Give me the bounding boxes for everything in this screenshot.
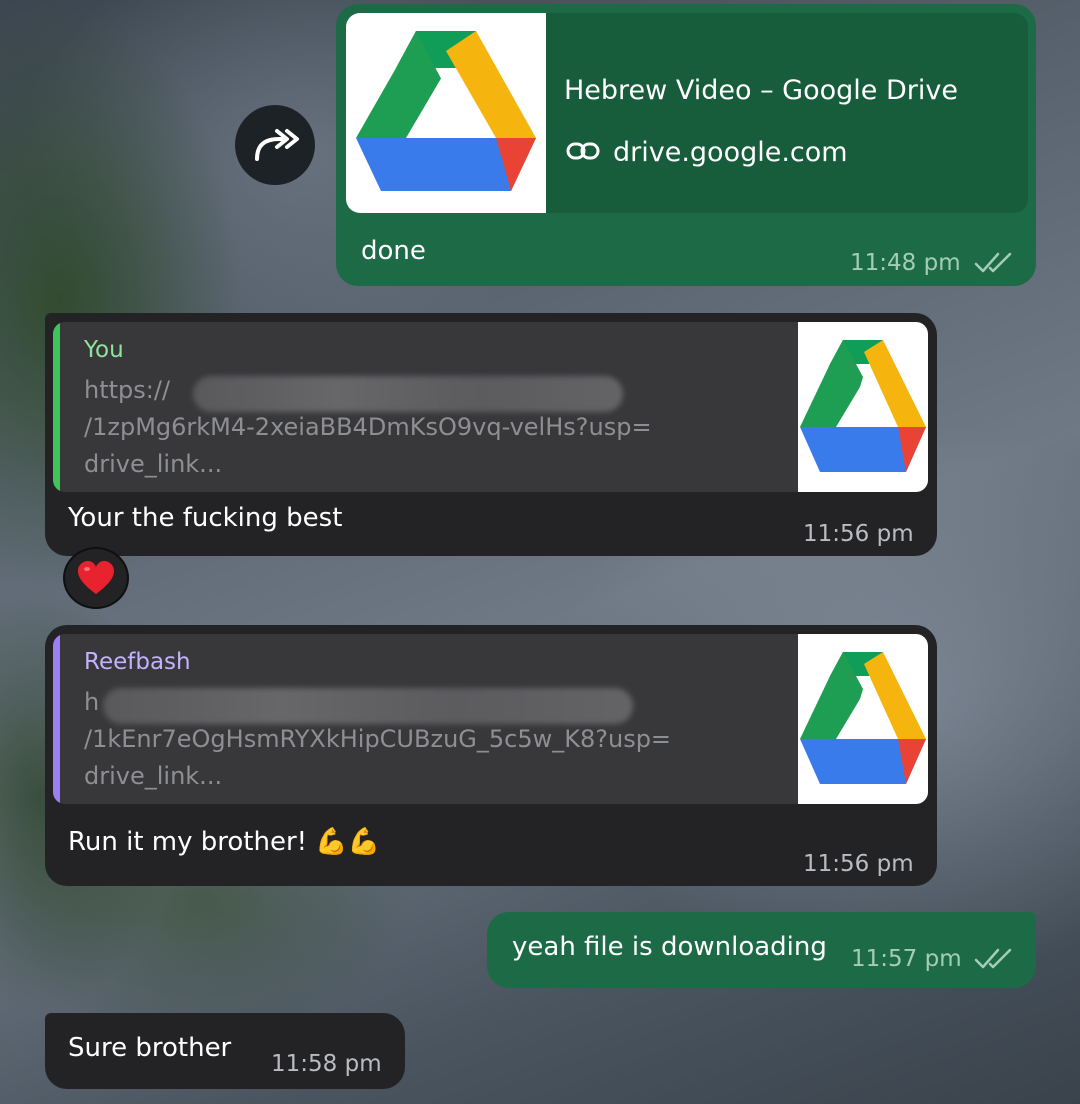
link-preview-card[interactable]: Hebrew Video – Google Drive drive.google… [346,13,1028,213]
forward-button[interactable] [235,105,315,185]
double-check-icon [974,948,1012,969]
reply-text-line-2: /1kEnr7eOgHsmRYXkHipCUBzuG_5c5w_K8?usp= [84,725,672,753]
reply-author: Reefbash [84,649,191,675]
message-time: 11:56 pm [803,521,914,547]
reply-author: You [84,337,124,363]
message-time: 11:57 pm [851,946,962,972]
reply-accent-bar [53,322,60,492]
forward-icon [255,129,299,161]
message-time: 11:48 pm [850,250,961,276]
message-time: 11:56 pm [803,851,914,877]
reply-thumbnail [798,322,928,492]
redacted-blur [103,688,633,724]
link-preview-domain[interactable]: drive.google.com [613,137,848,168]
message-bubble-incoming[interactable]: Sure brother 11:58 pm [45,1013,405,1089]
redacted-blur [193,376,623,412]
double-check-icon [974,252,1012,273]
heart-icon [78,561,114,594]
message-bubble-incoming[interactable]: Reefbash h /1kEnr7eOgHsmRYXkHipCUBzuG_5c… [45,625,937,886]
message-bubble-outgoing[interactable]: Hebrew Video – Google Drive drive.google… [336,4,1036,286]
link-icon [566,142,600,160]
message-text: Sure brother [68,1033,232,1063]
heart-reaction[interactable] [63,547,129,609]
reply-text-line-2: /1zpMg6rkM4-2xeiaBB4DmKsO9vq-velHs?usp= [84,413,652,441]
google-drive-icon [800,340,926,472]
message-text: Run it my brother! 💪💪 [68,827,381,857]
message-text: done [361,236,426,266]
reply-preview[interactable]: Reefbash h /1kEnr7eOgHsmRYXkHipCUBzuG_5c… [53,634,928,804]
message-text: Your the fucking best [68,503,343,533]
link-preview-thumbnail [346,13,546,213]
reply-text-line-3: drive_link... [84,450,223,478]
link-preview-title: Hebrew Video – Google Drive [564,75,958,106]
reply-text-line-1: https:// [84,376,171,404]
google-drive-icon [356,31,536,191]
google-drive-icon [800,652,926,784]
message-text: yeah file is downloading [512,932,827,962]
message-bubble-outgoing[interactable]: yeah file is downloading 11:57 pm [487,912,1036,988]
reply-accent-bar [53,634,60,804]
message-bubble-incoming[interactable]: You https:// /1zpMg6rkM4-2xeiaBB4DmKsO9v… [45,313,937,556]
reply-text-line-3: drive_link... [84,762,223,790]
reply-preview[interactable]: You https:// /1zpMg6rkM4-2xeiaBB4DmKsO9v… [53,322,928,492]
reply-text-line-1: h [84,688,100,716]
message-time: 11:58 pm [271,1051,382,1077]
reply-thumbnail [798,634,928,804]
